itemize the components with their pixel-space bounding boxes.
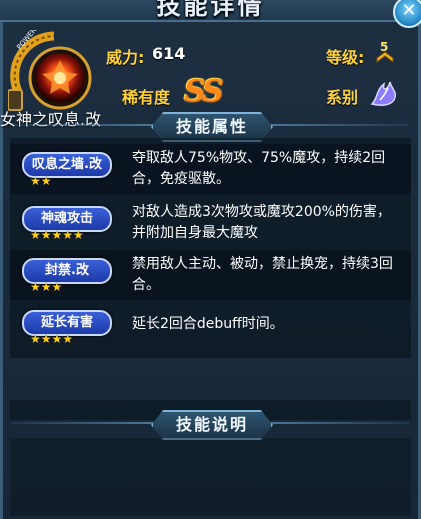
power-label: 威力: [106,48,145,67]
attribute-description: 对敌人造成3次物攻或魔攻200%的伤害，并附加自身最大魔攻 [132,204,391,241]
chevron-up-icon [376,51,394,63]
panel-title: 技能详情 [156,0,265,20]
element-icon [370,81,397,106]
rarity-grade: SS [184,74,224,109]
level-badge: 5 [374,40,396,64]
star-rating: ★★★★ [30,332,74,346]
attribute-row: 神魂攻击 ★★★★★ 对敌人造成3次物攻或魔攻200%的伤害，并附加自身最大魔攻 [10,198,411,248]
star-rating: ★★★ [30,280,63,294]
rarity-label: 稀有度 [122,88,171,107]
title-bar: 技能详情 [0,0,421,22]
level-label: 等级: [326,48,365,67]
star-rating: ★★★★★ [30,228,84,242]
close-icon: ✕ [401,0,417,21]
attribute-description: 延长2回合debuff时间。 [132,316,284,332]
attribute-row: 叹息之墙.改 ★★ 夺取敌人75%物攻、75%魔攻，持续2回合，免疫驱散。 [10,144,411,194]
series-label: 系别 [326,88,359,107]
description-header: 技能说明 [0,410,421,440]
attribute-row: 封禁.改 ★★★ 禁用敌人主动、被动，禁止换宠，持续3回合。 [10,250,411,300]
star-rating: ★★ [30,174,52,188]
description-title: 技能说明 [151,410,273,440]
attributes-header: 技能属性 [0,112,421,142]
attribute-description: 禁用敌人主动、被动，禁止换宠，持续3回合。 [132,256,393,293]
description-area [10,438,411,516]
attribute-description: 夺取敌人75%物攻、75%魔攻，持续2回合，免疫驱散。 [132,150,386,187]
power-value: 614 [152,44,186,63]
attribute-row: 延长有害 ★★★★ 延长2回合debuff时间。 [10,302,411,352]
